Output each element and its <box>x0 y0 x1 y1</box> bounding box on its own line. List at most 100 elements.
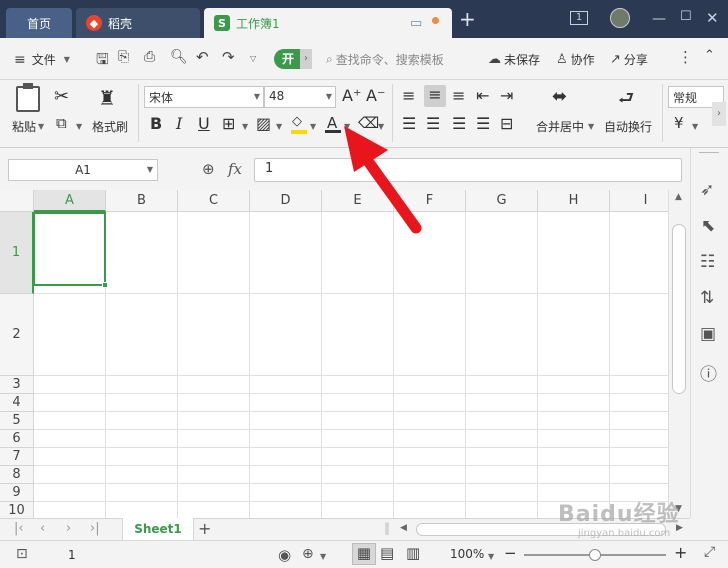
rocket-icon[interactable]: ➶ <box>700 180 714 200</box>
align-top-icon[interactable]: ≡ <box>402 86 415 105</box>
eye-protection-icon[interactable]: ◉ <box>278 546 291 564</box>
wrap-text-button[interactable]: 自动换行 <box>604 118 652 135</box>
sheet-tab-sheet1[interactable]: Sheet1 <box>122 518 194 541</box>
merge-dropdown-icon[interactable]: ▼ <box>588 122 594 131</box>
backup-icon[interactable]: ▣ <box>700 324 716 344</box>
scrollbar-thumb[interactable] <box>672 224 686 394</box>
minimize-icon[interactable]: — <box>652 11 666 27</box>
command-search[interactable]: ⌕ 查找命令、搜索模板 <box>326 51 444 68</box>
increase-font-icon[interactable]: A⁺ <box>342 86 361 105</box>
settings-sliders-icon[interactable]: ☷ <box>700 252 715 272</box>
row-header-7[interactable]: 7 <box>0 448 34 466</box>
help-icon[interactable]: ⓘ <box>700 360 717 385</box>
row-header-5[interactable]: 5 <box>0 412 34 430</box>
row-header-8[interactable]: 8 <box>0 466 34 484</box>
select-pointer-icon[interactable]: ⬉ <box>701 216 715 236</box>
collaborate-button[interactable]: ♙ 协作 <box>556 51 595 68</box>
prev-sheet-icon[interactable]: ‹ <box>40 521 45 536</box>
search-input[interactable]: 查找命令、搜索模板 <box>336 51 444 68</box>
fullscreen-icon[interactable]: ⤢ <box>704 544 715 560</box>
row-header-6[interactable]: 6 <box>0 430 34 448</box>
wrap-text-icon[interactable]: ⮐ <box>618 86 634 116</box>
decrease-indent-icon[interactable]: ⇤ <box>476 86 489 105</box>
macro-record-icon[interactable]: ⊡ <box>16 546 28 562</box>
zoom-out-button[interactable]: − <box>504 544 517 562</box>
paste-dropdown-icon[interactable]: ▼ <box>38 122 44 131</box>
column-header-b[interactable]: B <box>106 190 178 212</box>
font-name-select[interactable]: 宋体 ▼ <box>144 86 264 108</box>
column-header-i[interactable]: I <box>610 190 668 212</box>
print-preview-icon[interactable]: 🔍︎ <box>170 49 188 65</box>
zoom-dropdown-icon[interactable]: ▼ <box>488 552 494 561</box>
share-button[interactable]: ↗ 分享 <box>610 51 648 68</box>
row-header-3[interactable]: 3 <box>0 376 34 394</box>
row-header-1[interactable]: 1 <box>0 212 34 294</box>
zoom-in-button[interactable]: + <box>674 543 687 562</box>
tab-workbook[interactable]: S 工作簿1 ▭ <box>204 8 452 38</box>
increase-indent-icon[interactable]: ⇥ <box>500 86 513 105</box>
zoom-slider[interactable] <box>524 549 666 561</box>
decrease-font-icon[interactable]: A⁻ <box>366 86 385 105</box>
align-right-icon[interactable]: ☰ <box>452 114 466 133</box>
row-header-9[interactable]: 9 <box>0 484 34 502</box>
distributed-align-icon[interactable]: ⊟ <box>500 114 513 133</box>
undo-icon[interactable]: ↶ <box>196 48 209 66</box>
fill-handle[interactable] <box>102 282 108 288</box>
add-sheet-button[interactable]: + <box>198 519 211 538</box>
fill-color-dropdown-icon[interactable]: ▼ <box>310 122 316 131</box>
column-header-c[interactable]: C <box>178 190 250 212</box>
cell-style-dropdown-icon[interactable]: ▼ <box>276 122 282 131</box>
next-sheet-icon[interactable]: › <box>66 521 71 536</box>
page-counter-icon[interactable]: 1 <box>570 11 588 25</box>
column-header-h[interactable]: H <box>538 190 610 212</box>
column-header-a[interactable]: A <box>34 190 106 212</box>
scroll-up-icon[interactable]: ▲ <box>675 192 682 202</box>
ribbon-scroll-right-icon[interactable]: › <box>300 49 312 69</box>
transform-icon[interactable]: ⇅ <box>700 288 714 308</box>
cell-style-icon[interactable]: ▨ <box>256 114 271 133</box>
justify-icon[interactable]: ☰ <box>476 114 490 133</box>
monitor-icon[interactable]: ▭ <box>410 16 422 31</box>
page-break-view-icon[interactable]: ▥ <box>406 544 420 562</box>
save-icon[interactable]: 🖫 <box>96 49 109 74</box>
merge-center-button[interactable]: 合并居中 <box>536 118 584 135</box>
more-options-icon[interactable]: ⋮ <box>678 48 693 66</box>
zoom-level[interactable]: 100% <box>450 547 484 561</box>
paste-button[interactable]: 粘贴 <box>12 118 36 135</box>
normal-view-icon[interactable]: ▦ <box>352 543 376 565</box>
copy-dropdown-icon[interactable]: ▼ <box>76 122 82 131</box>
row-header-2[interactable]: 2 <box>0 294 34 376</box>
format-painter-icon[interactable]: ♜ <box>98 86 116 110</box>
print-icon[interactable]: ⎙ <box>144 49 155 65</box>
bold-icon[interactable]: B <box>150 114 162 133</box>
file-menu[interactable]: ≡ 文件 ▼ <box>14 51 70 68</box>
column-header-g[interactable]: G <box>466 190 538 212</box>
unsaved-button[interactable]: ☁ 未保存 <box>488 51 540 68</box>
merge-center-icon[interactable]: ⬌ <box>552 86 567 107</box>
italic-icon[interactable]: I <box>176 114 182 133</box>
underline-icon[interactable]: U <box>198 114 210 133</box>
quick-access-dropdown-icon[interactable]: ▽ <box>250 54 256 63</box>
tab-daoke[interactable]: ◆ 稻壳 <box>76 8 200 38</box>
select-all-corner[interactable] <box>0 190 34 212</box>
new-tab-button[interactable]: + <box>459 9 476 29</box>
border-dropdown-icon[interactable]: ▼ <box>242 122 248 131</box>
view-mode-dropdown-icon[interactable]: ▼ <box>320 552 326 561</box>
maximize-icon[interactable]: ☐ <box>680 9 692 24</box>
spreadsheet-grid[interactable]: ABCDEFGHI 1 2 3 4 5 6 7 8 9 10 <box>0 190 668 518</box>
insert-function-button[interactable]: fx <box>228 160 242 178</box>
fill-color-icon[interactable]: ◇ <box>290 114 308 134</box>
column-header-d[interactable]: D <box>250 190 322 212</box>
name-box[interactable]: A1 ▼ <box>8 159 158 181</box>
redo-icon[interactable]: ↷ <box>222 48 235 66</box>
page-layout-view-icon[interactable]: ▤ <box>380 544 394 562</box>
formula-input[interactable]: 1 <box>254 158 682 182</box>
cut-icon[interactable]: ✂ <box>54 86 69 107</box>
close-icon[interactable]: ✕ <box>706 9 719 27</box>
vertical-scrollbar[interactable]: ▲ ▼ <box>668 190 690 518</box>
font-size-select[interactable]: 48 ▼ <box>264 86 336 108</box>
row-header-4[interactable]: 4 <box>0 394 34 412</box>
collapse-ribbon-icon[interactable]: ⌃ <box>704 48 715 63</box>
copy-icon[interactable]: ⧉ <box>56 114 67 132</box>
view-mode-icon[interactable]: ⊕ <box>302 546 314 562</box>
